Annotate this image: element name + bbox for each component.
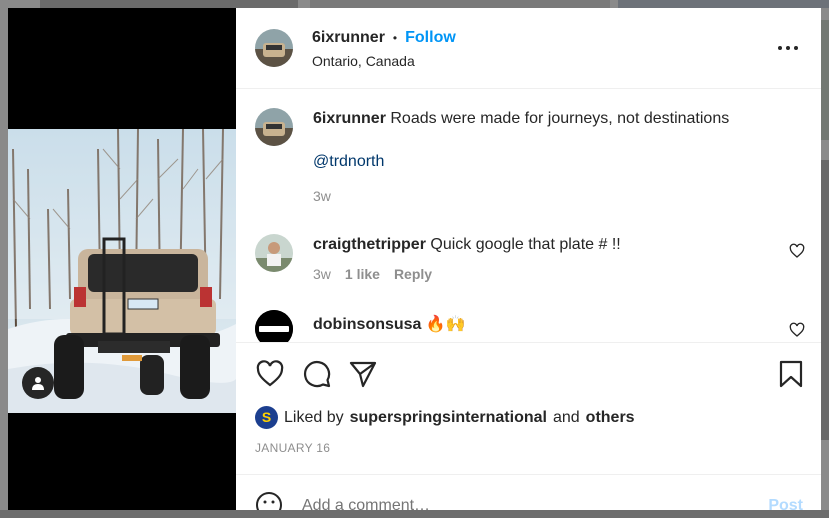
comment-author[interactable]: craigthetripper [313,236,426,253]
comment-reply-button[interactable]: Reply [394,266,432,282]
post-header: 6ixrunner • Follow Ontario, Canada [236,8,821,89]
comment-time[interactable]: 3w [313,266,331,282]
post-actions: S Liked by superspringsinternational and… [236,342,821,474]
caption-avatar[interactable] [255,108,293,146]
bookmark-icon[interactable] [776,359,806,389]
more-icon[interactable] [777,40,799,56]
caption-text-line: 6ixrunner Roads were made for journeys, … [313,110,729,128]
comments-list[interactable]: 6ixrunner Roads were made for journeys, … [236,90,821,342]
liker-username[interactable]: superspringsinternational [350,409,547,427]
caption-text: Roads were made for journeys, not destin… [390,110,730,127]
caption-author[interactable]: 6ixrunner [313,110,386,127]
author-avatar[interactable] [255,29,293,67]
caption-avatar-image [255,108,293,146]
caption: 6ixrunner Roads were made for journeys, … [236,90,821,210]
comment-input[interactable] [302,497,722,510]
comment-text-line: dobinsonsusa 🔥🙌 [313,314,466,334]
comment-icon[interactable] [302,359,332,389]
likes-others-link[interactable]: others [586,409,635,427]
post-modal: 6ixrunner • Follow Ontario, Canada 6ixru… [8,8,821,510]
add-comment-bar: Post [236,474,821,510]
comment-meta: 3w 1 like Reply [313,266,432,282]
user-tag-button[interactable] [22,367,54,399]
likes-summary: S Liked by superspringsinternational and… [255,406,635,429]
header-separator: • [392,31,398,45]
comment-like-heart-icon[interactable] [789,322,805,338]
comment-likes[interactable]: 1 like [345,266,380,282]
comment-item: dobinsonsusa 🔥🙌 [236,304,821,342]
comment-author[interactable]: dobinsonsusa [313,316,421,333]
post-date[interactable]: JANUARY 16 [255,441,330,455]
dobinsons-logo-avatar [255,310,293,342]
author-avatar-image [255,29,293,67]
user-tag-icon [32,377,44,390]
author-username[interactable]: 6ixrunner [312,29,385,47]
comment-text: 🔥🙌 [425,316,466,333]
commenter-avatar-image [255,234,293,272]
caption-mention[interactable]: @trdnorth [313,153,384,171]
post-panel: 6ixrunner • Follow Ontario, Canada 6ixru… [236,8,821,510]
comment-item: craigthetripper Quick google that plate … [236,226,821,296]
likes-conjunction: and [552,408,580,426]
commenter-avatar[interactable] [255,310,293,342]
comment-text-line: craigthetripper Quick google that plate … [313,236,621,254]
emoji-icon[interactable] [255,491,283,510]
caption-time[interactable]: 3w [313,188,331,204]
header-title-row: 6ixrunner • Follow [312,29,456,47]
comment-like-heart-icon[interactable] [789,243,805,259]
comment-text: Quick google that plate # !! [430,236,621,253]
likes-prefix: Liked by [284,408,344,426]
post-location[interactable]: Ontario, Canada [312,53,415,69]
share-icon[interactable] [348,359,378,389]
post-comment-button[interactable]: Post [768,497,803,510]
liker-avatar[interactable]: S [255,406,278,429]
post-media[interactable] [8,8,236,510]
heart-icon[interactable] [255,359,285,389]
commenter-avatar[interactable] [255,234,293,272]
follow-button[interactable]: Follow [405,29,456,47]
